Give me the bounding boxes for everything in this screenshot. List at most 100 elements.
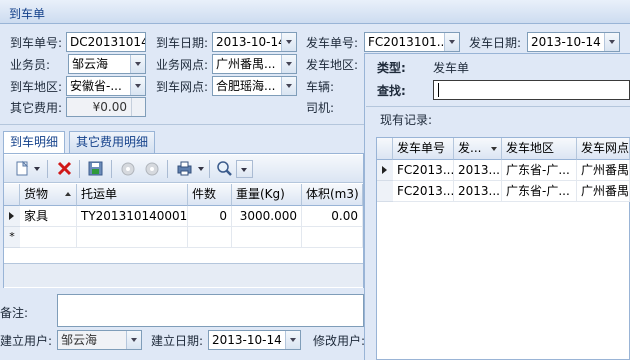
popup-cell-region[interactable]: 广东省-广...	[502, 160, 577, 181]
col-header-pieces[interactable]: 件数	[188, 184, 232, 206]
more-dropdown-button[interactable]	[236, 160, 253, 178]
salesman-label: 业务员:	[10, 58, 51, 72]
created-date-value: 2013-10-14	[212, 333, 282, 347]
popup-col-header-outlet[interactable]: 发车网点	[577, 138, 630, 160]
remark-label: 备注:	[0, 306, 29, 320]
popup-col-header-no[interactable]: 发车单号	[393, 138, 454, 160]
chevron-down-icon[interactable]	[604, 33, 619, 51]
creator-select[interactable]: 邹云海	[57, 330, 142, 350]
text-caret	[438, 83, 439, 97]
popup-cell-date[interactable]: 2013...	[454, 160, 502, 181]
depart-region-label: 发车地区:	[306, 58, 359, 72]
creator-value: 邹云海	[61, 333, 98, 347]
prev-button[interactable]	[118, 158, 140, 180]
new-button[interactable]	[12, 158, 34, 180]
chevron-down-icon[interactable]	[281, 77, 296, 95]
popup-type-label: 类型:	[377, 61, 406, 75]
col-header-weight[interactable]: 重量(Kg)	[232, 184, 302, 206]
cell-pieces[interactable]: 0	[188, 206, 232, 227]
chevron-down-icon[interactable]	[130, 77, 145, 95]
created-date-picker[interactable]: 2013-10-14	[208, 330, 301, 350]
biz-outlet-label: 业务网点:	[156, 58, 209, 72]
chevron-down-icon[interactable]	[130, 55, 145, 73]
col-header-goods-label: 货物	[24, 187, 49, 201]
new-row-cell[interactable]	[232, 227, 302, 248]
popup-cell-no[interactable]: FC2013...	[393, 181, 454, 202]
new-row-cell[interactable]	[302, 227, 363, 248]
chevron-down-icon[interactable]	[126, 331, 141, 349]
delete-x-icon	[57, 161, 72, 176]
arrival-date-label: 到车日期:	[156, 36, 209, 50]
row-indicator	[377, 160, 393, 181]
chevron-down-icon[interactable]	[444, 33, 459, 51]
new-document-icon	[16, 160, 29, 176]
arrival-no-field[interactable]: DC20131014	[66, 32, 146, 52]
print-button[interactable]	[174, 158, 196, 180]
disabled-circle-icon	[121, 162, 135, 176]
grid-indicator-header	[4, 184, 20, 206]
popup-search-input[interactable]	[433, 80, 630, 100]
chevron-down-icon[interactable]	[285, 331, 300, 349]
current-row-icon	[382, 166, 387, 174]
arrival-no-label: 到车单号:	[10, 36, 63, 50]
other-fee-value: ¥0.00	[92, 100, 127, 114]
depart-no-select[interactable]: FC2013101...	[364, 32, 460, 52]
toolbar-separator	[47, 160, 48, 178]
chevron-down-icon[interactable]	[281, 33, 296, 51]
printer-icon	[177, 161, 192, 176]
arrival-date-picker[interactable]: 2013-10-14	[212, 32, 297, 52]
row-indicator	[4, 206, 20, 227]
new-row-cell[interactable]	[188, 227, 232, 248]
popup-cell-no[interactable]: FC2013...	[393, 160, 454, 181]
chevron-down-icon[interactable]	[281, 55, 296, 73]
col-header-waybill[interactable]: 托运单	[77, 184, 188, 206]
arrival-region-value: 安徽省-...	[70, 79, 122, 93]
current-row-icon	[9, 212, 14, 220]
popup-records-label: 现有记录:	[380, 113, 433, 127]
chevron-down-icon[interactable]	[34, 167, 40, 171]
other-fee-field[interactable]: ¥0.00	[66, 97, 146, 117]
toolbar-separator	[209, 160, 210, 178]
popup-cell-region[interactable]: 广东省-广...	[502, 181, 577, 202]
remark-textarea[interactable]	[57, 294, 364, 327]
popup-cell-outlet[interactable]: 广州番禺	[577, 181, 630, 202]
cell-volume[interactable]: 0.00	[302, 206, 363, 227]
save-button[interactable]	[85, 158, 107, 180]
popup-col-header-date[interactable]: 发...	[454, 138, 502, 160]
col-header-goods[interactable]: 货物	[20, 184, 77, 206]
arrival-region-label: 到车地区:	[10, 80, 63, 94]
cell-waybill[interactable]: TY201310140001	[77, 206, 188, 227]
cell-weight[interactable]: 3000.000	[232, 206, 302, 227]
salesman-select[interactable]: 邹云海	[68, 54, 146, 74]
delete-button[interactable]	[54, 158, 76, 180]
grid-horizontal-scrollbar[interactable]	[4, 263, 363, 287]
sort-desc-icon	[491, 147, 497, 151]
next-button[interactable]	[142, 158, 164, 180]
col-header-volume[interactable]: 体积(m3)	[302, 184, 363, 206]
find-button[interactable]	[214, 158, 236, 180]
other-fee-label: 其它费用:	[10, 101, 63, 115]
window-titlebar: 到车单	[0, 0, 630, 24]
toolbar-separator	[167, 160, 168, 178]
tab-arrival-detail[interactable]: 到车明细	[3, 131, 66, 154]
depart-date-picker[interactable]: 2013-10-14	[527, 32, 620, 52]
spin-icon[interactable]	[131, 98, 145, 116]
magnifier-icon	[217, 161, 232, 176]
salesman-value: 邹云海	[72, 57, 109, 71]
popup-cell-outlet[interactable]: 广州番禺	[577, 160, 630, 181]
new-row-indicator: *	[4, 227, 20, 248]
biz-outlet-select[interactable]: 广州番禺...	[212, 54, 297, 74]
chevron-down-icon[interactable]	[198, 167, 204, 171]
toolbar-separator	[111, 160, 112, 178]
tab-other-fee-detail[interactable]: 其它费用明细	[69, 131, 156, 153]
row-indicator	[377, 181, 393, 202]
cell-goods[interactable]: 家具	[20, 206, 77, 227]
new-row-cell[interactable]	[20, 227, 77, 248]
popup-type-value: 发车单	[433, 61, 470, 75]
arrival-outlet-select[interactable]: 合肥瑶海...	[212, 76, 297, 96]
arrival-region-select[interactable]: 安徽省-...	[66, 76, 146, 96]
popup-col-header-region[interactable]: 发车地区	[502, 138, 577, 160]
new-row-cell[interactable]	[77, 227, 188, 248]
biz-outlet-value: 广州番禺...	[216, 57, 276, 71]
popup-cell-date[interactable]: 2013...	[454, 181, 502, 202]
